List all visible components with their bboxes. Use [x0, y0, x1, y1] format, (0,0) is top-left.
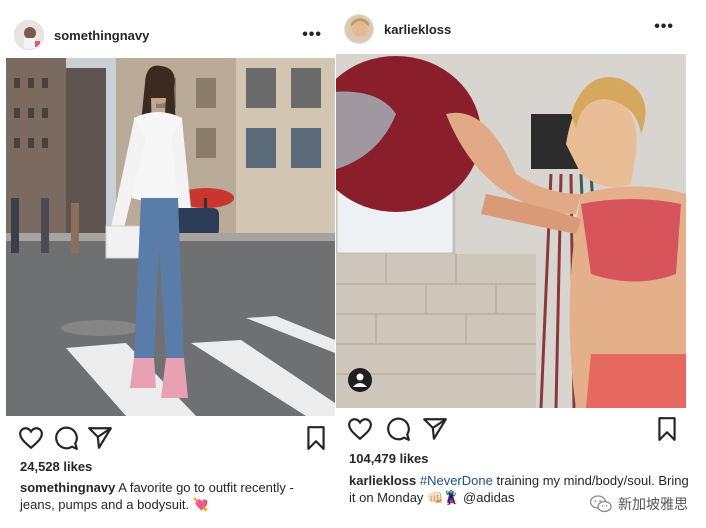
likes-count[interactable]: 24,528 likes [20, 459, 92, 474]
watermark: 新加坡雅思 [590, 494, 688, 514]
action-bar [0, 425, 340, 455]
wechat-icon [590, 495, 612, 513]
watermark-text: 新加坡雅思 [618, 496, 688, 512]
comment-icon[interactable] [53, 425, 79, 451]
user-tag-icon[interactable] [348, 368, 372, 392]
post-header: karliekloss ••• [336, 0, 706, 58]
share-icon[interactable] [422, 416, 448, 442]
post-somethingnavy: somethingnavy ••• 24,528 likes something… [0, 0, 340, 528]
bookmark-icon[interactable] [654, 416, 680, 442]
avatar[interactable] [344, 14, 374, 44]
username[interactable]: somethingnavy [54, 28, 149, 43]
post-header: somethingnavy ••• [0, 6, 340, 64]
share-icon[interactable] [87, 425, 113, 451]
post-photo[interactable] [336, 54, 686, 408]
heart-icon[interactable] [18, 425, 44, 451]
avatar[interactable] [14, 20, 44, 50]
likes-count[interactable]: 104,479 likes [349, 451, 429, 466]
caption: somethingnavy A favorite go to outfit re… [20, 479, 330, 513]
caption-username[interactable]: karliekloss [349, 473, 416, 488]
more-icon[interactable]: ••• [654, 18, 674, 36]
comment-icon[interactable] [385, 416, 411, 442]
post-photo[interactable] [6, 58, 335, 416]
caption-username[interactable]: somethingnavy [20, 480, 115, 495]
username[interactable]: karliekloss [384, 22, 451, 37]
heart-icon[interactable] [347, 416, 373, 442]
caption-hashtag[interactable]: #NeverDone [420, 473, 493, 488]
post-karliekloss: karliekloss ••• 104,479 likes karlieklos… [336, 0, 706, 528]
bookmark-icon[interactable] [303, 425, 329, 451]
more-icon[interactable]: ••• [302, 26, 322, 44]
action-bar [336, 416, 706, 446]
